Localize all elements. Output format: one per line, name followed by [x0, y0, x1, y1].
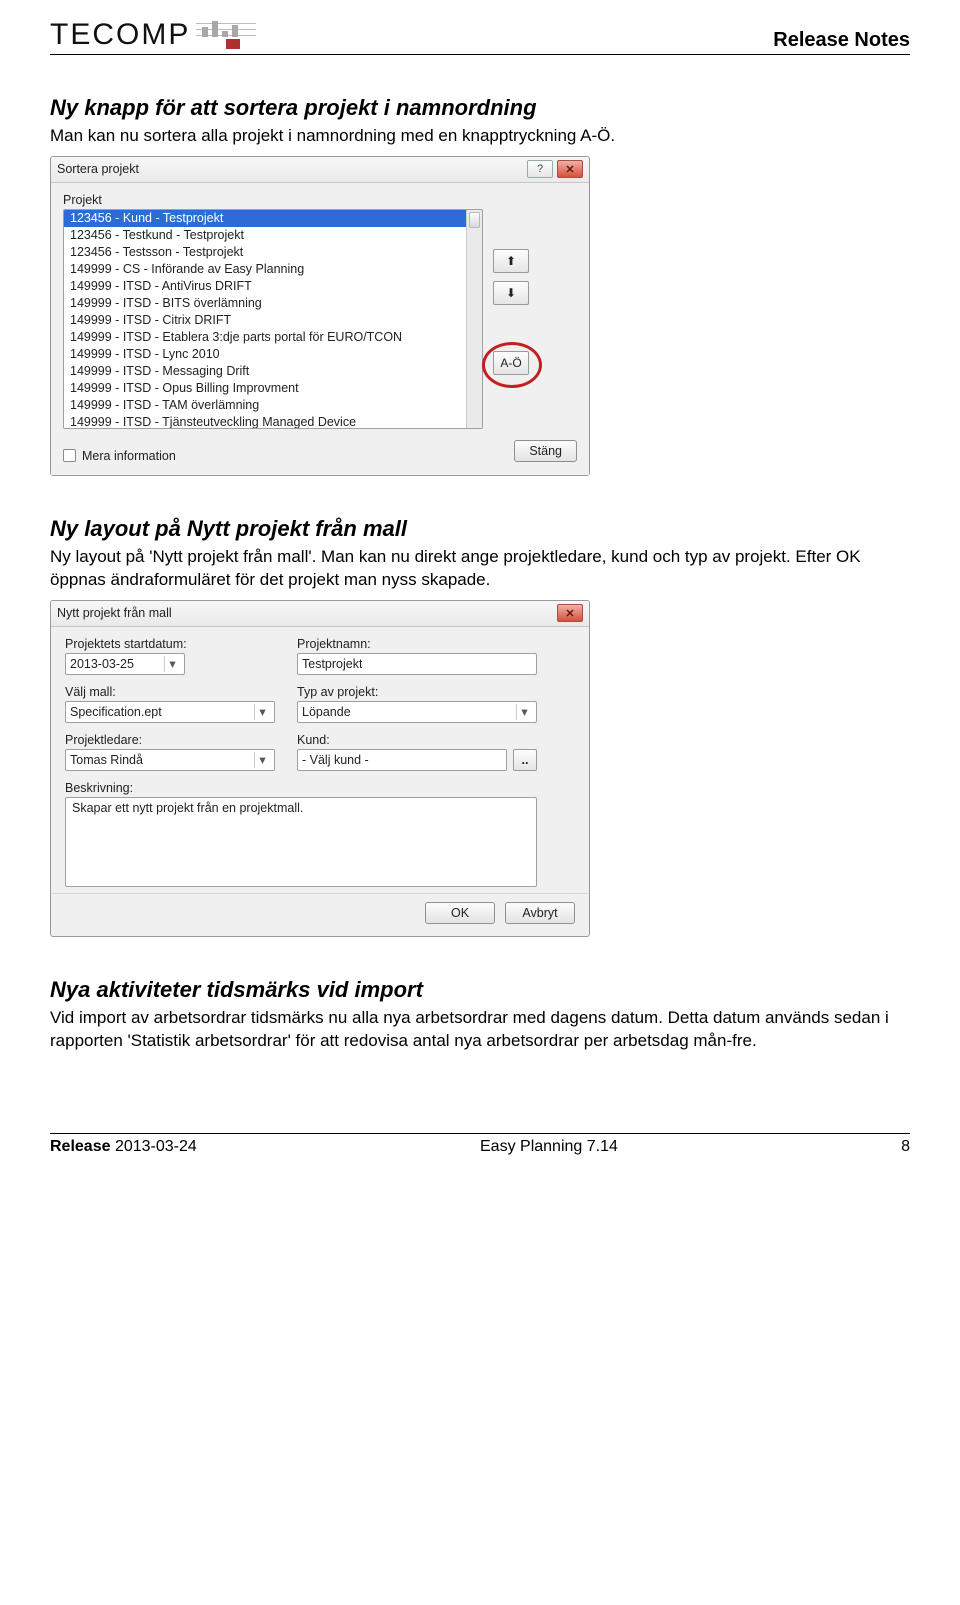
startdate-input[interactable]: 2013-03-25 ▾: [65, 653, 185, 675]
sort-project-dialog: Sortera projekt ? ✕ Projekt 123456 - Kun…: [50, 156, 590, 476]
description-textarea[interactable]: Skapar ett nytt projekt från en projektm…: [65, 797, 537, 887]
page-footer: Release 2013-03-24 Easy Planning 7.14 8: [50, 1133, 910, 1156]
startdate-value: 2013-03-25: [70, 657, 134, 671]
list-item[interactable]: 123456 - Kund - Testprojekt: [64, 210, 482, 227]
more-info-label: Mera information: [82, 449, 176, 463]
sort-dialog-titlebar: Sortera projekt ? ✕: [51, 157, 589, 183]
cancel-button[interactable]: Avbryt: [505, 902, 575, 924]
projectname-value: Testprojekt: [302, 657, 362, 671]
logo-mark-icon: [196, 19, 266, 51]
list-item[interactable]: 149999 - ITSD - AntiVirus DRIFT: [64, 278, 482, 295]
project-list[interactable]: 123456 - Kund - Testprojekt 123456 - Tes…: [63, 209, 483, 429]
footer-release-date: 2013-03-24: [115, 1138, 197, 1155]
chevron-down-icon: ▾: [516, 704, 532, 720]
list-item[interactable]: 149999 - ITSD - Tjänsteutveckling Manage…: [64, 414, 482, 429]
section1-title: Ny knapp för att sortera projekt i namno…: [50, 95, 910, 121]
list-item[interactable]: 123456 - Testsson - Testprojekt: [64, 244, 482, 261]
new-project-dialog: Nytt projekt från mall ✕ Projektets star…: [50, 600, 590, 937]
list-item[interactable]: 149999 - CS - Införande av Easy Planning: [64, 261, 482, 278]
list-scrollbar[interactable]: [466, 210, 482, 428]
list-item[interactable]: 149999 - ITSD - TAM överlämning: [64, 397, 482, 414]
projectname-input[interactable]: Testprojekt: [297, 653, 537, 675]
projecttype-label: Typ av projekt:: [297, 685, 537, 699]
description-label: Beskrivning:: [65, 781, 537, 795]
logo-text: TECOMP: [50, 18, 190, 52]
close-button[interactable]: ✕: [557, 160, 583, 178]
help-button[interactable]: ?: [527, 160, 553, 178]
new-project-title: Nytt projekt från mall: [57, 606, 172, 620]
list-item[interactable]: 149999 - ITSD - Opus Billing Improvment: [64, 380, 482, 397]
more-info-checkbox[interactable]: [63, 449, 76, 462]
close-dialog-button[interactable]: Stäng: [514, 440, 577, 462]
projecttype-value: Löpande: [302, 705, 351, 719]
section2-body: Ny layout på 'Nytt projekt från mall'. M…: [50, 546, 910, 592]
list-item[interactable]: 149999 - ITSD - Lync 2010: [64, 346, 482, 363]
template-value: Specification.ept: [70, 705, 162, 719]
projecttype-select[interactable]: Löpande ▾: [297, 701, 537, 723]
chevron-down-icon: ▾: [254, 752, 270, 768]
sort-az-button[interactable]: A-Ö: [493, 351, 529, 375]
list-item[interactable]: 149999 - ITSD - BITS överlämning: [64, 295, 482, 312]
ok-button[interactable]: OK: [425, 902, 495, 924]
projectname-label: Projektnamn:: [297, 637, 537, 651]
template-label: Välj mall:: [65, 685, 275, 699]
close-button[interactable]: ✕: [557, 604, 583, 622]
project-group-label: Projekt: [63, 193, 577, 207]
move-down-button[interactable]: ⬇: [493, 281, 529, 305]
footer-release: Release 2013-03-24: [50, 1138, 197, 1156]
sort-dialog-title: Sortera projekt: [57, 162, 139, 176]
sort-az-label: A-Ö: [500, 356, 521, 370]
section2-title: Ny layout på Nytt projekt från mall: [50, 516, 910, 542]
move-up-button[interactable]: ⬆: [493, 249, 529, 273]
footer-product: Easy Planning 7.14: [480, 1138, 618, 1156]
chevron-down-icon: ▾: [164, 656, 180, 672]
list-item[interactable]: 149999 - ITSD - Messaging Drift: [64, 363, 482, 380]
footer-page-number: 8: [901, 1138, 910, 1156]
logo: TECOMP: [50, 18, 266, 52]
customer-value: - Välj kund -: [302, 753, 369, 767]
template-select[interactable]: Specification.ept ▾: [65, 701, 275, 723]
projectleader-label: Projektledare:: [65, 733, 275, 747]
release-notes-title: Release Notes: [773, 29, 910, 52]
footer-release-label: Release: [50, 1138, 111, 1155]
section1-body: Man kan nu sortera alla projekt i namnor…: [50, 125, 910, 148]
page-header: TECOMP Release Notes: [50, 18, 910, 55]
customer-browse-button[interactable]: ..: [513, 749, 537, 771]
list-item[interactable]: 149999 - ITSD - Etablera 3:dje parts por…: [64, 329, 482, 346]
chevron-down-icon: ▾: [254, 704, 270, 720]
section3-body: Vid import av arbetsordrar tidsmärks nu …: [50, 1007, 910, 1053]
projectleader-select[interactable]: Tomas Rindå ▾: [65, 749, 275, 771]
list-item[interactable]: 149999 - ITSD - Citrix DRIFT: [64, 312, 482, 329]
list-item[interactable]: 123456 - Testkund - Testprojekt: [64, 227, 482, 244]
startdate-label: Projektets startdatum:: [65, 637, 275, 651]
new-project-titlebar: Nytt projekt från mall ✕: [51, 601, 589, 627]
customer-label: Kund:: [297, 733, 537, 747]
section3-title: Nya aktiviteter tidsmärks vid import: [50, 977, 910, 1003]
projectleader-value: Tomas Rindå: [70, 753, 143, 767]
description-value: Skapar ett nytt projekt från en projektm…: [72, 801, 303, 815]
customer-select[interactable]: - Välj kund -: [297, 749, 507, 771]
